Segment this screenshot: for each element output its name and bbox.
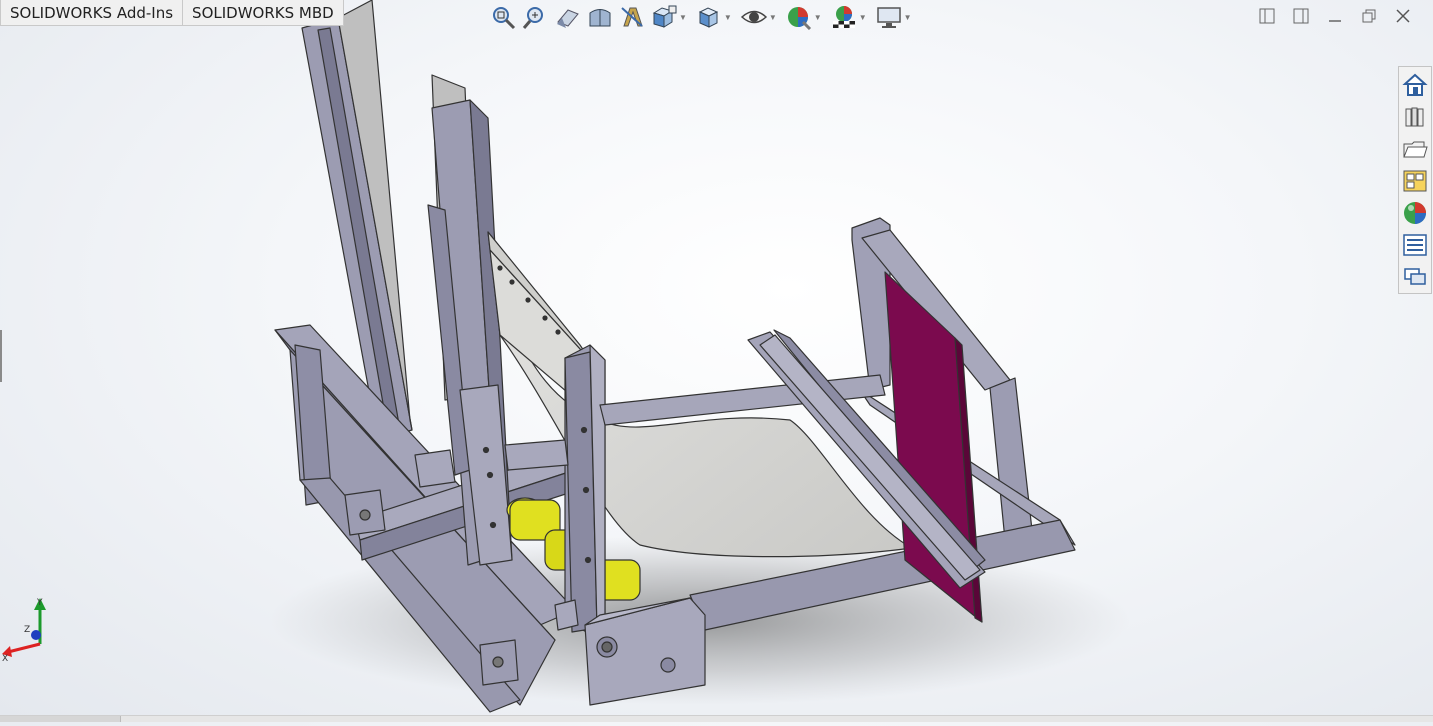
triad-x-label: X — [2, 654, 8, 664]
triad-z-label: Z — [24, 625, 30, 635]
graphics-area[interactable] — [0, 0, 1433, 721]
tile-right-icon[interactable] — [1291, 6, 1311, 26]
zoom-to-fit-icon[interactable] — [490, 4, 518, 30]
file-explorer-icon[interactable] — [1400, 134, 1430, 164]
triad-y-label: Y — [36, 598, 43, 608]
restore-icon[interactable] — [1359, 6, 1379, 26]
task-pane-tabs — [1398, 66, 1432, 294]
section-view-icon[interactable] — [586, 4, 614, 30]
hide-show-items-icon[interactable]: ▼ — [740, 4, 781, 30]
view-settings-icon[interactable]: ▼ — [875, 4, 916, 30]
forum-icon[interactable] — [1400, 262, 1430, 292]
model-drawing[interactable] — [0, 0, 1433, 721]
apply-scene-icon[interactable]: ▼ — [830, 4, 871, 30]
display-style-icon[interactable]: ▼ — [695, 4, 736, 30]
edit-appearance-icon[interactable]: ▼ — [785, 4, 826, 30]
minimize-icon[interactable] — [1325, 6, 1345, 26]
command-manager-tabs: SOLIDWORKS Add-Ins SOLIDWORKS MBD — [0, 0, 344, 27]
model-tab-segment[interactable] — [0, 716, 121, 722]
close-icon[interactable] — [1393, 6, 1413, 26]
reference-triad: Y Z X — [0, 594, 60, 664]
tile-left-icon[interactable] — [1257, 6, 1277, 26]
left-edge-marker — [0, 330, 2, 382]
zoom-to-area-icon[interactable] — [522, 4, 550, 30]
solidworks-resources-icon[interactable] — [1400, 70, 1430, 100]
dynamic-annotation-views-icon[interactable] — [618, 4, 646, 30]
previous-view-icon[interactable] — [554, 4, 582, 30]
tab-solidworks-mbd[interactable]: SOLIDWORKS MBD — [183, 0, 344, 26]
appearances-scenes-icon[interactable] — [1400, 198, 1430, 228]
tab-solidworks-add-ins[interactable]: SOLIDWORKS Add-Ins — [0, 0, 184, 26]
design-library-icon[interactable] — [1400, 102, 1430, 132]
custom-properties-icon[interactable] — [1400, 230, 1430, 260]
right-front-post — [989, 377, 1033, 541]
window-controls — [1257, 6, 1413, 26]
heads-up-view-toolbar: ▼ ▼ ▼ ▼ ▼ ▼ — [490, 3, 916, 31]
view-palette-icon[interactable] — [1400, 166, 1430, 196]
view-orientation-icon[interactable]: ▼ — [650, 4, 691, 30]
